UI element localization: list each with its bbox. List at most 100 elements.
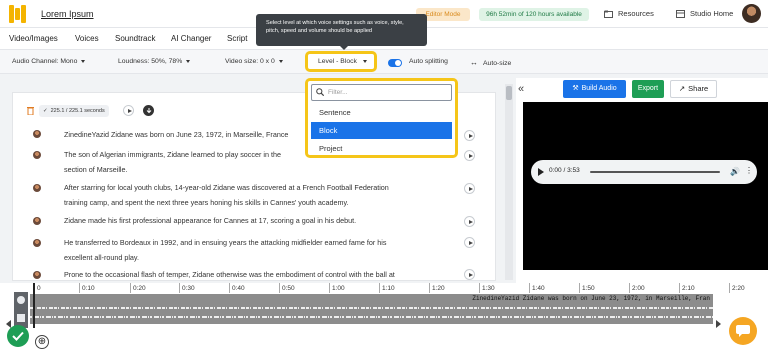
- menu-video-images[interactable]: Video/Images: [9, 34, 58, 43]
- delete-icon[interactable]: [27, 106, 34, 115]
- paragraph-line: excellent all-round play.: [64, 253, 139, 262]
- level-option-block[interactable]: Block: [311, 122, 452, 139]
- level-tooltip: Select level at which voice settings suc…: [256, 14, 427, 50]
- paragraph-line: Prone to the occasional flash of temper,…: [64, 270, 395, 279]
- paragraph[interactable]: He transferred to Bordeaux in 1992, and …: [64, 235, 464, 265]
- scrollbar-thumb[interactable]: [506, 86, 512, 100]
- share-button[interactable]: ↗ Share: [670, 80, 717, 98]
- audio-channel-select[interactable]: Audio Channel: Mono: [12, 58, 86, 65]
- audio-time: 0:00 / 3:53: [549, 167, 580, 174]
- tick-label: 0:10: [82, 285, 95, 292]
- resources-link[interactable]: Resources: [604, 9, 654, 18]
- tick-label: 0:20: [133, 285, 146, 292]
- menu-ai-changer[interactable]: AI Changer: [171, 34, 211, 43]
- add-icon[interactable]: ⊕: [35, 335, 49, 349]
- tick-label: 0:40: [232, 285, 245, 292]
- paragraph[interactable]: Prone to the occasional flash of temper,…: [64, 267, 464, 280]
- play-icon: [468, 240, 473, 245]
- brand-link[interactable]: Lorem Ipsum: [41, 9, 94, 19]
- download-button[interactable]: [143, 105, 154, 116]
- chevron-down-icon: [81, 59, 86, 63]
- resize-arrows-icon: ↔: [470, 58, 478, 67]
- share-label: Share: [688, 84, 709, 93]
- timeline-tick: [179, 283, 180, 293]
- play-paragraph-button[interactable]: [464, 183, 475, 194]
- filter-input[interactable]: Filter...: [311, 84, 452, 101]
- level-select[interactable]: Level - Block: [305, 51, 377, 72]
- tick-label: 2:20: [732, 285, 745, 292]
- timeline-tick: [379, 283, 380, 293]
- menu-soundtrack[interactable]: Soundtrack: [115, 34, 155, 43]
- person-icon: [17, 296, 25, 304]
- voice-avatar[interactable]: [33, 217, 41, 225]
- chat-button[interactable]: [729, 317, 757, 345]
- menu-script[interactable]: Script: [227, 34, 247, 43]
- status-check-button[interactable]: [7, 325, 29, 347]
- paragraph-line: Zidane made his first professional appea…: [64, 216, 357, 225]
- app-logo-icon[interactable]: [9, 5, 27, 23]
- audio-track-waveform[interactable]: ZinedineYazid Zidane was born on June 23…: [30, 294, 713, 324]
- timeline-tick: [130, 283, 131, 293]
- timeline-tick: [679, 283, 680, 293]
- audio-player[interactable]: 0:00 / 3:53 🔊 ⋮: [531, 160, 757, 184]
- menu-voices[interactable]: Voices: [75, 34, 99, 43]
- voice-avatar[interactable]: [33, 151, 41, 159]
- paragraph-line: training camp, and spent the next three …: [64, 198, 349, 207]
- more-options-icon[interactable]: ⋮: [745, 166, 753, 175]
- play-paragraph-button[interactable]: [464, 237, 475, 248]
- play-icon: [468, 186, 473, 191]
- build-icon: ⚒: [572, 85, 579, 92]
- paragraph[interactable]: After starring for local youth clubs, 14…: [64, 180, 464, 210]
- voice-avatar[interactable]: [33, 239, 41, 247]
- track-caption: ZinedineYazid Zidane was born on June 23…: [472, 295, 710, 302]
- voice-avatar[interactable]: [33, 271, 41, 279]
- tick-label: 1:30: [482, 285, 495, 292]
- voice-avatar[interactable]: [33, 184, 41, 192]
- scroll-right-icon[interactable]: [716, 320, 721, 328]
- play-paragraph-button[interactable]: [464, 216, 475, 227]
- editor-scrollbar[interactable]: [505, 84, 513, 280]
- build-audio-label: Build Audio: [581, 85, 617, 92]
- tick-label: 2:10: [682, 285, 695, 292]
- play-icon: [127, 108, 132, 113]
- audio-seek-bar[interactable]: [590, 171, 720, 173]
- chat-icon: [736, 325, 750, 337]
- studio-home-link[interactable]: Studio Home: [676, 9, 733, 18]
- chevron-down-icon: [186, 59, 191, 63]
- timeline-tick: [279, 283, 280, 293]
- auto-splitting-toggle[interactable]: [388, 59, 402, 67]
- chevron-down-icon: [278, 59, 283, 63]
- paragraph[interactable]: Zidane made his first professional appea…: [64, 213, 464, 228]
- play-icon: [468, 272, 473, 277]
- play-paragraph-button[interactable]: [464, 130, 475, 141]
- level-option-sentence[interactable]: Sentence: [311, 104, 452, 121]
- user-avatar[interactable]: [742, 4, 761, 23]
- export-button[interactable]: Export: [632, 80, 664, 98]
- resources-label: Resources: [618, 9, 654, 18]
- collapse-icon[interactable]: «: [518, 83, 524, 95]
- voice-avatar[interactable]: [33, 130, 41, 138]
- duration-chip: ✓ 225.1 / 225.1 seconds: [39, 105, 109, 117]
- volume-icon[interactable]: 🔊: [730, 167, 740, 176]
- play-block-button[interactable]: [123, 105, 134, 116]
- tick-label: 1:10: [382, 285, 395, 292]
- loudness-select[interactable]: Loudness: 50%, 78%: [118, 58, 191, 65]
- video-size-select[interactable]: Video size: 0 x 0: [225, 58, 283, 65]
- tick-label: 0:30: [182, 285, 195, 292]
- timeline-tick: [579, 283, 580, 293]
- play-icon: [468, 153, 473, 158]
- play-icon: [468, 219, 473, 224]
- auto-size-button[interactable]: ↔ Auto-size: [470, 58, 511, 67]
- playhead[interactable]: [33, 283, 35, 328]
- track-header[interactable]: [14, 292, 28, 328]
- build-audio-button[interactable]: ⚒ Build Audio: [563, 80, 626, 98]
- play-paragraph-button[interactable]: [464, 269, 475, 280]
- play-paragraph-button[interactable]: [464, 150, 475, 161]
- timeline-tick: [529, 283, 530, 293]
- play-icon[interactable]: [538, 168, 544, 176]
- paragraph-line: He transferred to Bordeaux in 1992, and …: [64, 238, 387, 247]
- studio-home-label: Studio Home: [690, 9, 734, 18]
- video-preview[interactable]: 0:00 / 3:53 🔊 ⋮: [523, 102, 768, 270]
- level-option-project[interactable]: Project: [311, 140, 452, 157]
- timeline-tick: [229, 283, 230, 293]
